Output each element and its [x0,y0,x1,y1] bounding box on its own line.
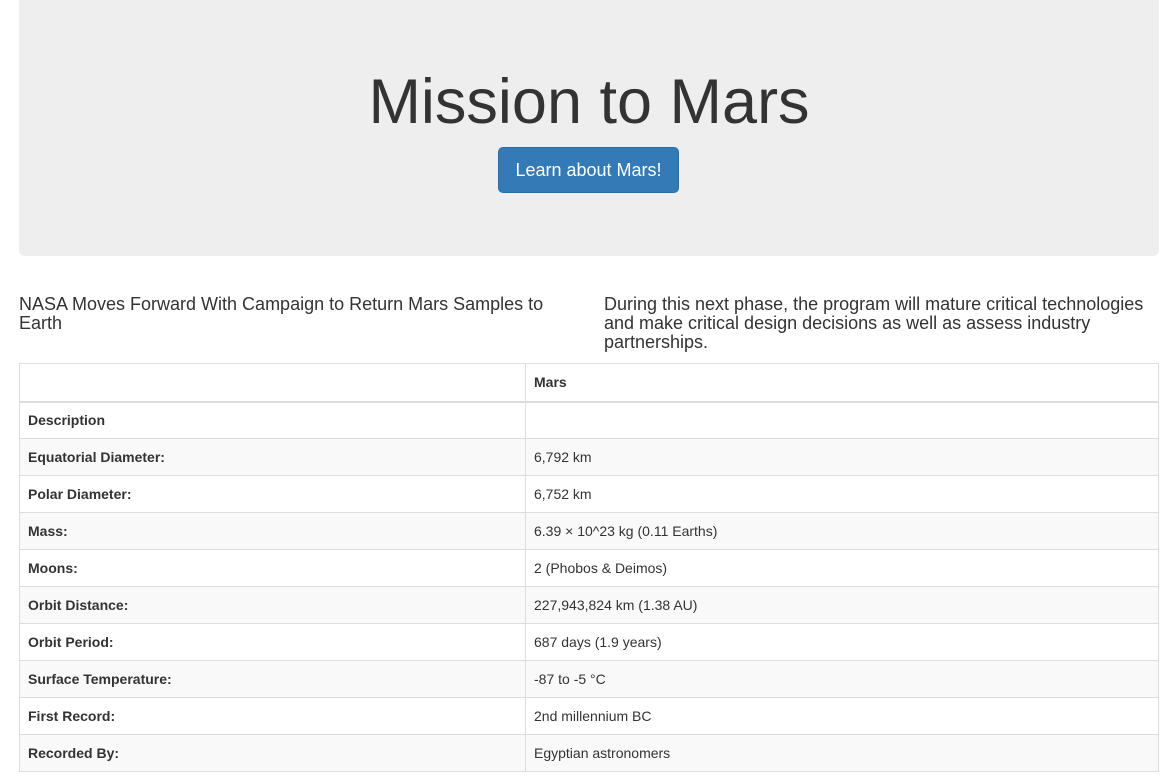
row-value: 6,752 km [525,475,1159,513]
news-title: NASA Moves Forward With Campaign to Retu… [19,294,544,333]
row-value: 687 days (1.9 years) [525,623,1159,661]
table-row: Recorded By: Egyptian astronomers [19,734,1159,772]
row-value: 6.39 × 10^23 kg (0.11 Earths) [525,512,1159,550]
row-value: Egyptian astronomers [525,734,1159,772]
table-row: Orbit Distance: 227,943,824 km (1.38 AU) [19,586,1159,624]
page-title: Mission to Mars [368,67,810,137]
table-header-row: Mars [19,363,1159,403]
jumbotron: Mission to Mars Learn about Mars! [19,0,1159,256]
table-row: Description [19,401,1159,439]
row-value: 227,943,824 km (1.38 AU) [525,586,1159,624]
row-label: Description [19,401,526,439]
table-row: Polar Diameter: 6,752 km [19,475,1159,513]
table-header-cell [19,363,526,403]
table-row: First Record: 2nd millennium BC [19,697,1159,735]
mars-facts-table: Mars Description Equatorial Diameter: 6,… [19,363,1159,772]
table-row: Moons: 2 (Phobos & Deimos) [19,549,1159,587]
table-header-cell: Mars [525,363,1159,403]
learn-about-mars-button[interactable]: Learn about Mars! [498,147,679,193]
table-row: Orbit Period: 687 days (1.9 years) [19,623,1159,661]
row-label: Equatorial Diameter: [19,438,526,476]
row-label: First Record: [19,697,526,735]
row-label: Surface Temperature: [19,660,526,698]
row-label: Orbit Distance: [19,586,526,624]
row-label: Recorded By: [19,734,526,772]
row-value: 2nd millennium BC [525,697,1159,735]
news-paragraph: During this next phase, the program will… [604,294,1144,352]
table-row: Surface Temperature: -87 to -5 °C [19,660,1159,698]
row-value: 6,792 km [525,438,1159,476]
row-label: Orbit Period: [19,623,526,661]
row-value [525,401,1159,439]
table-row: Equatorial Diameter: 6,792 km [19,438,1159,476]
row-label: Moons: [19,549,526,587]
row-label: Mass: [19,512,526,550]
row-value: 2 (Phobos & Deimos) [525,549,1159,587]
row-value: -87 to -5 °C [525,660,1159,698]
row-label: Polar Diameter: [19,475,526,513]
table-row: Mass: 6.39 × 10^23 kg (0.11 Earths) [19,512,1159,550]
